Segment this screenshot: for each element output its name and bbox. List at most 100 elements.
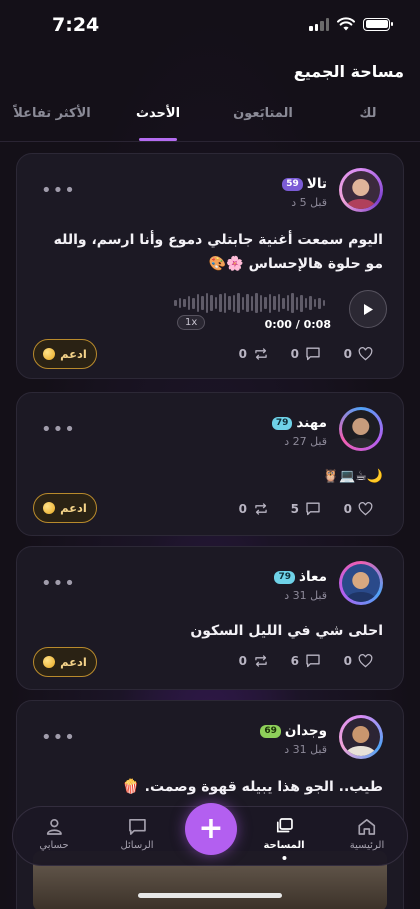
comment-icon xyxy=(306,502,320,516)
heart-icon xyxy=(358,346,373,360)
support-button[interactable]: ادعم xyxy=(33,493,97,523)
battery-icon xyxy=(363,17,393,31)
avatar[interactable] xyxy=(339,407,383,451)
page-title: مساحة الجميع xyxy=(293,62,404,81)
audio-player: 0:00 / 0:08 1x xyxy=(35,290,387,331)
repost-icon xyxy=(255,502,267,515)
tab-most-engaged[interactable]: الأكثر تفاعلاً xyxy=(13,106,91,121)
coin-icon xyxy=(43,502,56,514)
repost-count: 0 xyxy=(238,346,247,361)
playback-speed-button[interactable]: 1x xyxy=(177,315,206,330)
post-time: قبل 31 د xyxy=(284,743,327,756)
audio-waveform[interactable] xyxy=(174,292,325,314)
post-time: قبل 5 د xyxy=(291,196,327,209)
support-button[interactable]: ادعم xyxy=(33,339,97,369)
comment-icon xyxy=(306,654,320,668)
play-button[interactable] xyxy=(349,290,387,328)
post-author[interactable]: مهند 79 xyxy=(271,415,327,431)
like-button[interactable]: 0 xyxy=(321,347,373,361)
nav-space[interactable]: المساحة xyxy=(263,817,305,860)
like-button[interactable]: 0 xyxy=(321,502,373,516)
comment-count: 0 xyxy=(290,346,299,361)
avatar[interactable] xyxy=(339,561,383,605)
repost-count: 0 xyxy=(238,501,247,516)
tabs-divider xyxy=(0,141,420,142)
status-icons xyxy=(309,17,393,31)
like-count: 0 xyxy=(343,501,352,516)
post-actions: 0 5 0 xyxy=(217,501,373,516)
more-options-icon[interactable]: ••• xyxy=(41,182,76,200)
post-card[interactable]: معاذ 79 قبل 31 د ••• احلى شي في الليل ال… xyxy=(16,546,404,690)
status-time: 7:24 xyxy=(52,14,100,36)
home-indicator xyxy=(138,893,282,898)
like-count: 0 xyxy=(343,653,352,668)
repost-icon xyxy=(255,347,267,360)
comment-button[interactable]: 6 xyxy=(269,653,321,668)
comment-count: 5 xyxy=(290,501,299,516)
comment-button[interactable]: 0 xyxy=(269,346,321,361)
nav-home[interactable]: الرئيسية xyxy=(350,817,384,851)
post-actions: 0 0 0 xyxy=(217,346,373,361)
level-badge: 59 xyxy=(282,177,303,191)
repost-button[interactable]: 0 xyxy=(217,502,269,516)
post-time: قبل 31 د xyxy=(284,589,327,602)
support-label: ادعم xyxy=(60,501,87,515)
message-icon xyxy=(128,819,146,835)
avatar[interactable] xyxy=(339,715,383,759)
wifi-icon xyxy=(337,17,355,31)
username[interactable]: وجدان xyxy=(285,723,327,739)
feed-tabs: لك المتابَعون الأحدث الأكثر تفاعلاً xyxy=(0,106,420,141)
comment-count: 6 xyxy=(290,653,299,668)
more-options-icon[interactable]: ••• xyxy=(41,575,76,593)
post-card[interactable]: مهند 79 قبل 27 د ••• 🌙☕💻🦉 0 5 0 ادعم xyxy=(16,392,404,536)
audio-time: 0:00 / 0:08 xyxy=(264,318,331,331)
coin-icon xyxy=(43,348,56,360)
level-badge: 69 xyxy=(260,724,281,738)
nav-space-label: المساحة xyxy=(263,840,305,851)
tab-following[interactable]: المتابَعون xyxy=(233,106,293,121)
space-icon xyxy=(276,818,293,833)
repost-button[interactable]: 0 xyxy=(217,654,269,668)
more-options-icon[interactable]: ••• xyxy=(41,421,76,439)
level-badge: 79 xyxy=(274,570,296,584)
repost-icon xyxy=(255,654,267,667)
home-icon xyxy=(358,819,376,835)
post-text: طيب.. الجو هذا يبيله قهوة وصمت. 🍿 xyxy=(122,779,383,795)
post-text: احلى شي في الليل السكون xyxy=(190,623,383,639)
tab-for-you[interactable]: لك xyxy=(360,106,377,121)
heart-icon xyxy=(358,653,373,667)
repost-count: 0 xyxy=(238,653,247,668)
nav-account[interactable]: حسابي xyxy=(39,817,69,851)
nav-messages[interactable]: الرسائل xyxy=(120,817,154,851)
more-options-icon[interactable]: ••• xyxy=(41,729,76,747)
comment-icon xyxy=(306,347,320,361)
repost-button[interactable]: 0 xyxy=(217,347,269,361)
username[interactable]: تالا xyxy=(307,176,327,192)
username[interactable]: مهند xyxy=(296,415,327,431)
support-label: ادعم xyxy=(60,347,87,361)
profile-icon xyxy=(46,819,62,835)
bottom-nav: الرئيسية المساحة + الرسائل حسابي xyxy=(12,803,408,866)
username[interactable]: معاذ xyxy=(299,569,327,585)
coin-icon xyxy=(43,656,56,668)
tab-latest[interactable]: الأحدث xyxy=(136,106,180,121)
post-card[interactable]: تالا 59 قبل 5 د ••• اليوم سمعت أغنية جاب… xyxy=(16,153,404,379)
comment-button[interactable]: 5 xyxy=(269,501,321,516)
level-badge: 79 xyxy=(271,416,293,430)
nav-account-label: حسابي xyxy=(39,840,69,851)
post-author[interactable]: معاذ 79 xyxy=(274,569,327,585)
nav-home-label: الرئيسية xyxy=(349,840,385,851)
support-button[interactable]: ادعم xyxy=(33,647,97,677)
heart-icon xyxy=(358,501,373,515)
cellular-signal-icon xyxy=(309,17,329,31)
like-button[interactable]: 0 xyxy=(321,654,373,668)
post-text: اليوم سمعت أغنية جابتلي دموع وأنا ارسم، … xyxy=(53,232,383,272)
avatar[interactable] xyxy=(339,168,383,212)
post-text: 🌙☕💻🦉 xyxy=(322,469,383,484)
post-author[interactable]: وجدان 69 xyxy=(260,723,327,739)
add-post-button[interactable]: + xyxy=(185,803,237,855)
post-author[interactable]: تالا 59 xyxy=(282,176,327,192)
post-actions: 0 6 0 xyxy=(217,653,373,668)
post-time: قبل 27 د xyxy=(284,435,327,448)
like-count: 0 xyxy=(343,346,352,361)
